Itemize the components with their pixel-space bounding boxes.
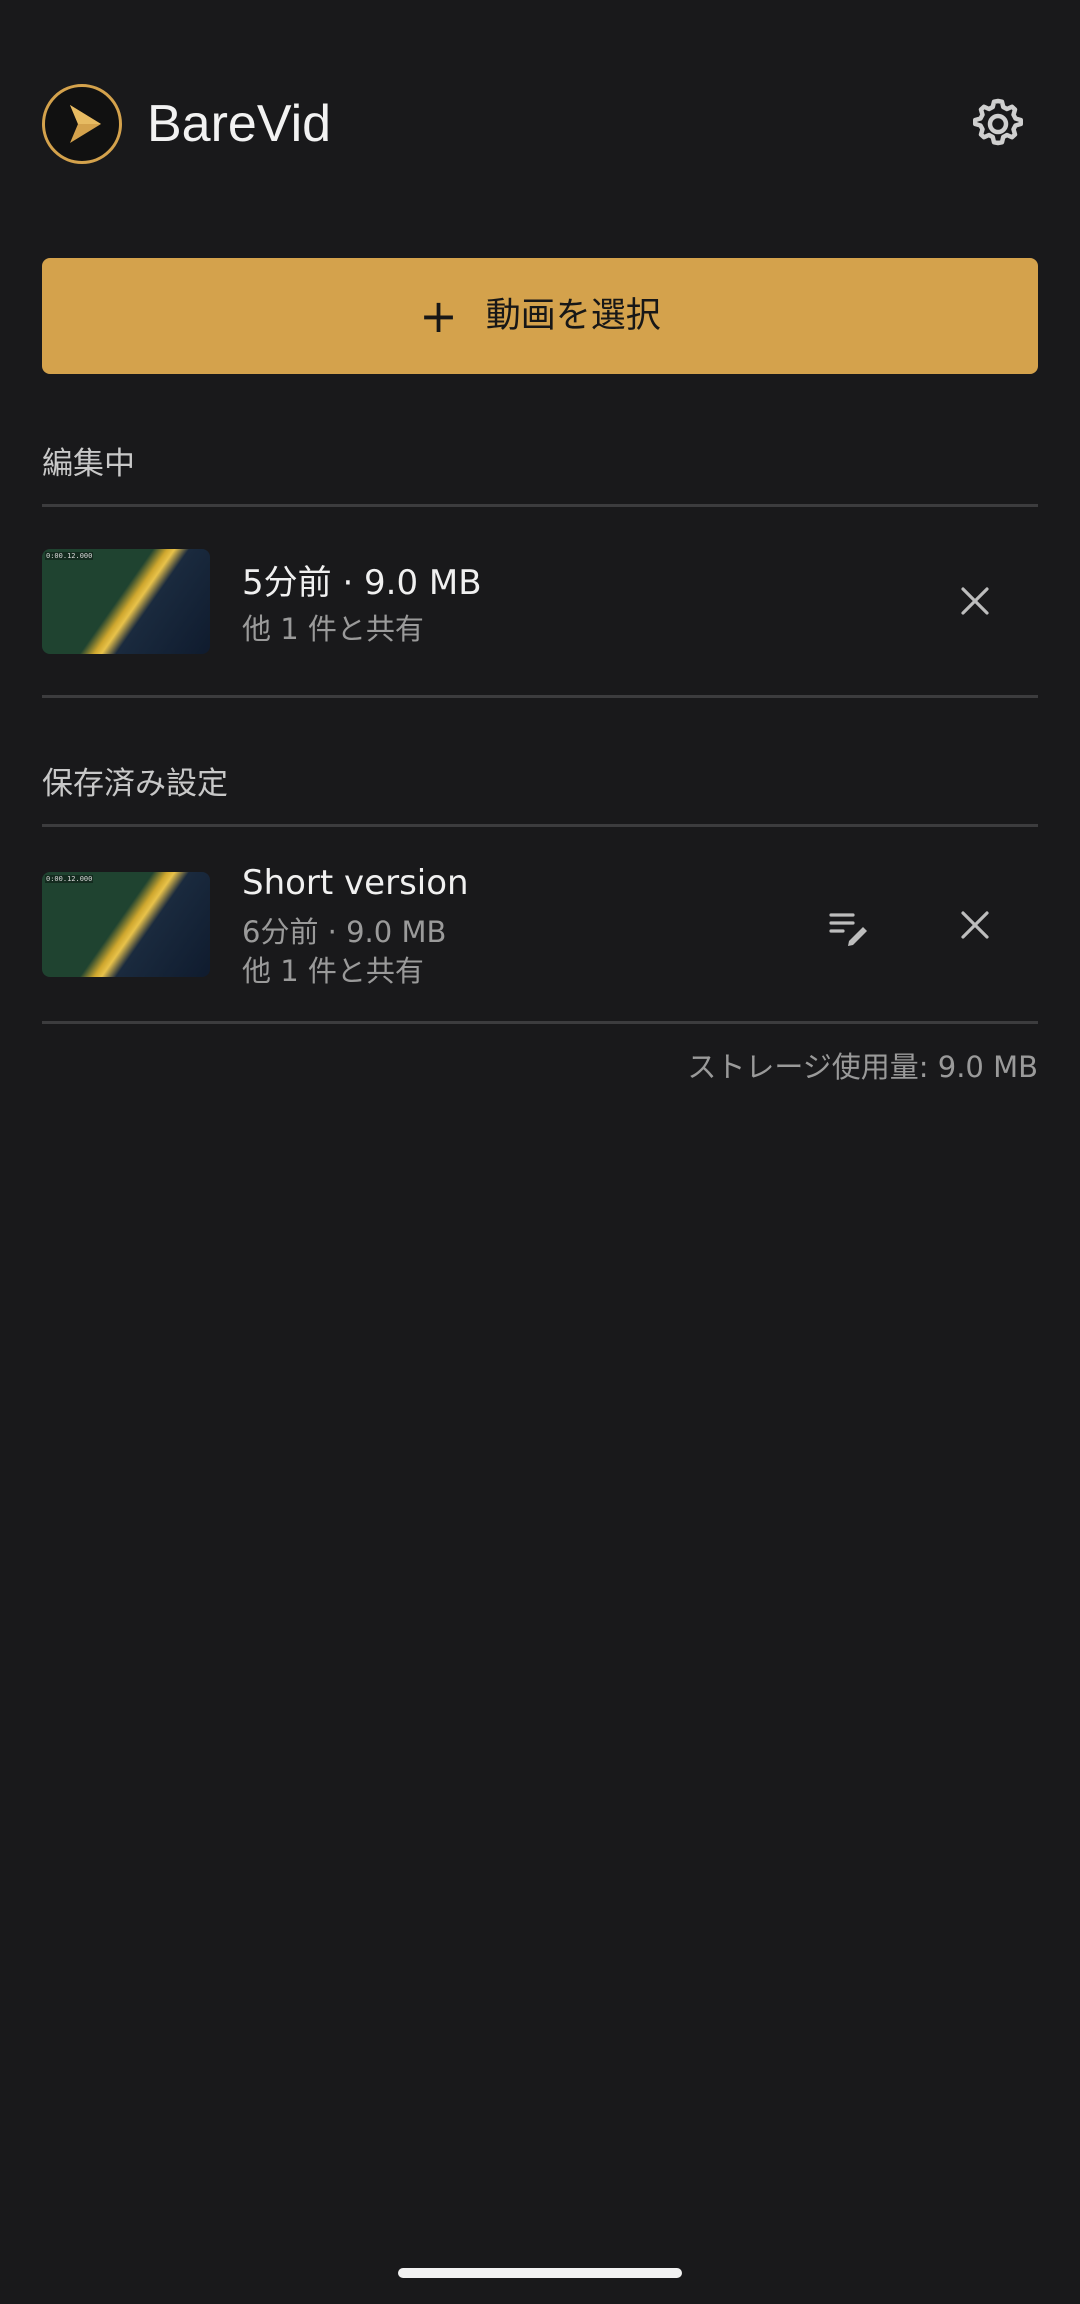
editing-item-shared: 他 1 件と共有 xyxy=(242,612,424,646)
close-icon[interactable] xyxy=(945,895,1005,955)
divider xyxy=(42,1021,1038,1024)
section-title-saved: 保存済み設定 xyxy=(42,766,228,802)
divider xyxy=(42,504,1038,507)
thumbnail-timestamp: 0:00.12.000 xyxy=(45,552,94,560)
divider xyxy=(42,695,1038,698)
section-title-editing: 編集中 xyxy=(42,446,135,482)
saved-item-name: Short version xyxy=(242,863,469,903)
gear-icon[interactable] xyxy=(968,94,1028,154)
saved-item-time-size: 6分前 · 9.0 MB xyxy=(242,915,447,949)
thumbnail-timestamp: 0:00.12.000 xyxy=(45,875,94,883)
divider xyxy=(42,824,1038,827)
home-indicator[interactable] xyxy=(398,2268,682,2278)
app-title: BareVid xyxy=(147,95,332,153)
saved-item-shared: 他 1 件と共有 xyxy=(242,954,424,988)
close-icon[interactable] xyxy=(945,571,1005,631)
play-logo-icon xyxy=(42,84,122,164)
storage-usage: ストレージ使用量: 9.0 MB xyxy=(687,1050,1038,1084)
select-video-button[interactable]: + 動画を選択 xyxy=(42,258,1038,374)
app-header: BareVid xyxy=(42,84,1038,170)
select-video-label: 動画を選択 xyxy=(485,296,661,336)
editing-item-time-size: 5分前 · 9.0 MB xyxy=(242,563,482,603)
video-thumbnail: 0:00.12.000 xyxy=(42,872,210,977)
edit-notes-icon[interactable] xyxy=(819,895,879,955)
video-thumbnail: 0:00.12.000 xyxy=(42,549,210,654)
plus-icon: + xyxy=(419,289,458,343)
